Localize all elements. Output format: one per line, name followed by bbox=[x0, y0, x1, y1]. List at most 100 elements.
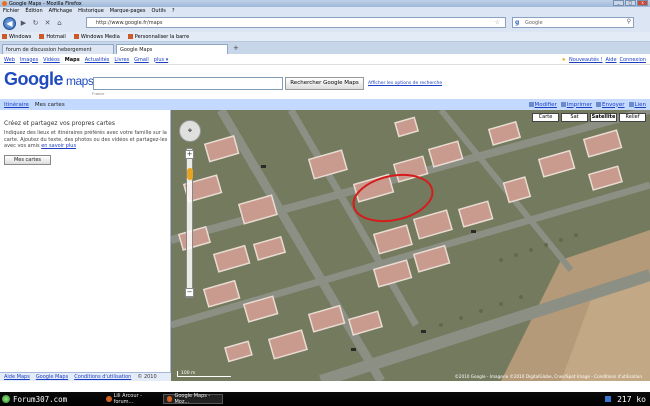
sign-in-link[interactable]: Connexion bbox=[620, 57, 646, 63]
gbar-gmail[interactable]: Gmail bbox=[134, 57, 149, 63]
map-type-buttons: Carte Sat Satellite Relief bbox=[532, 113, 646, 122]
gbar-videos[interactable]: Vidéos bbox=[43, 57, 60, 63]
edit-icon bbox=[528, 101, 534, 107]
search-icon[interactable]: ⚲ bbox=[627, 18, 631, 25]
map-scale: 100 m bbox=[177, 371, 231, 377]
bookmark-windows-media[interactable]: Windows Media bbox=[73, 33, 120, 40]
task-label: Lili Arcour - forum... bbox=[113, 393, 142, 405]
tab-label: Google Maps bbox=[120, 46, 153, 53]
menu-history[interactable]: Historique bbox=[78, 8, 104, 14]
menu-edit[interactable]: Édition bbox=[25, 8, 42, 14]
action-label: Lien bbox=[634, 101, 646, 108]
maps-actions: Modifier Imprimer Envoyer Lien bbox=[528, 99, 646, 110]
new-tab-button[interactable]: + bbox=[230, 44, 242, 54]
google-maps-link[interactable]: Google Maps bbox=[36, 374, 68, 380]
zoom-out-button[interactable]: − bbox=[185, 288, 194, 297]
menu-bar: Fichier Édition Affichage Historique Mar… bbox=[0, 7, 650, 14]
search-box[interactable]: g Google ⚲ bbox=[512, 17, 634, 28]
file-size-label: 217 ko bbox=[617, 394, 646, 404]
firefox-icon bbox=[106, 396, 112, 402]
print-link[interactable]: Imprimer bbox=[560, 101, 592, 108]
google-bar: Web Images Vidéos Maps Actualités Livres… bbox=[0, 55, 650, 65]
search-maps-button[interactable]: Rechercher Google Maps bbox=[285, 77, 364, 90]
tab-forum[interactable]: forum de discussion hebergement bbox=[2, 44, 114, 54]
network-icon bbox=[605, 396, 612, 402]
map-type-map[interactable]: Carte bbox=[532, 113, 559, 122]
minimize-button[interactable]: _ bbox=[613, 0, 624, 6]
stop-button[interactable]: ✕ bbox=[43, 19, 52, 28]
menu-help[interactable]: ? bbox=[172, 8, 175, 14]
window-title: Google Maps - Mozilla Firefox bbox=[9, 0, 82, 7]
tab-label: forum de discussion hebergement bbox=[6, 46, 92, 53]
map-type-sat[interactable]: Sat bbox=[561, 113, 588, 122]
maximize-button[interactable]: □ bbox=[625, 0, 636, 6]
google-maps-logo[interactable]: Google maps France bbox=[4, 69, 104, 96]
sidebar-footer: Aide Maps Google Maps Conditions d'utili… bbox=[0, 372, 171, 381]
edit-link[interactable]: Modifier bbox=[528, 101, 557, 108]
tab-google-maps[interactable]: Google Maps bbox=[116, 44, 228, 54]
gbar-news[interactable]: Actualités bbox=[85, 57, 110, 63]
reload-button[interactable]: ↻ bbox=[31, 19, 40, 28]
bookmark-star-icon[interactable]: ☆ bbox=[495, 19, 500, 26]
logo-google: Google bbox=[4, 69, 64, 89]
menu-view[interactable]: Affichage bbox=[49, 8, 73, 14]
gbar-more[interactable]: plus ▾ bbox=[154, 57, 168, 63]
firefox-icon bbox=[2, 1, 7, 6]
link-link[interactable]: Lien bbox=[628, 101, 646, 108]
terms-link[interactable]: Conditions d'utilisation bbox=[74, 374, 131, 380]
map-type-terrain[interactable]: Relief bbox=[619, 113, 646, 122]
gbar-books[interactable]: Livres bbox=[114, 57, 129, 63]
system-tray: 217 ko bbox=[605, 392, 646, 406]
maps-search-input[interactable] bbox=[93, 77, 283, 90]
my-maps-tab[interactable]: Mes cartes bbox=[35, 102, 65, 108]
address-url: http://www.google.fr/maps bbox=[96, 19, 163, 26]
send-link[interactable]: Envoyer bbox=[596, 101, 625, 108]
search-placeholder: Google bbox=[525, 19, 543, 26]
bookmark-windows[interactable]: Windows bbox=[2, 33, 32, 40]
star-icon: ★ bbox=[561, 57, 566, 63]
navigation-bar: ◀ ▶ ↻ ✕ ⌂ http://www.google.fr/maps ☆ g … bbox=[0, 14, 650, 32]
taskbar-item-maps[interactable]: Google Maps - Moz... bbox=[163, 393, 223, 405]
learn-more-link[interactable]: en savoir plus bbox=[41, 143, 76, 149]
pan-control[interactable]: ✥ bbox=[179, 120, 201, 142]
sidebar-panel: Créez et partagez vos propres cartes Ind… bbox=[0, 110, 171, 381]
gbar-images[interactable]: Images bbox=[20, 57, 38, 63]
back-button[interactable]: ◀ bbox=[3, 16, 16, 30]
search-options-link[interactable]: Afficher les options de recherche bbox=[368, 81, 442, 86]
bookmark-label: Windows bbox=[9, 33, 32, 40]
forum-watermark: Forum307.com bbox=[0, 392, 100, 406]
home-button[interactable]: ⌂ bbox=[55, 19, 64, 28]
maps-help-link[interactable]: Aide Maps bbox=[4, 374, 30, 380]
bookmarks-bar: Windows Hotmail Windows Media Personnali… bbox=[0, 32, 650, 42]
directions-link[interactable]: Itinéraire bbox=[4, 102, 29, 108]
bookmark-hotmail[interactable]: Hotmail bbox=[39, 33, 66, 40]
forward-button[interactable]: ▶ bbox=[19, 19, 28, 28]
gbar-maps[interactable]: Maps bbox=[65, 57, 80, 63]
bookmark-customize[interactable]: Personnaliser la barre bbox=[127, 33, 189, 40]
map-type-satellite[interactable]: Satellite bbox=[590, 113, 617, 122]
gbar-right: ★ Nouveautés ! Aide Connexion bbox=[562, 55, 646, 65]
google-search-engine-icon[interactable]: g bbox=[515, 19, 519, 26]
zoom-in-button[interactable]: + bbox=[185, 150, 194, 159]
close-button[interactable]: x bbox=[637, 0, 648, 6]
whats-new-link[interactable]: Nouveautés ! bbox=[569, 57, 602, 63]
my-maps-button[interactable]: Mes cartes bbox=[4, 155, 51, 165]
hotmail-icon bbox=[39, 33, 45, 39]
menu-file[interactable]: Fichier bbox=[3, 8, 19, 14]
start-orb-icon[interactable] bbox=[2, 395, 10, 403]
menu-tools[interactable]: Outils bbox=[151, 8, 165, 14]
gbar-web[interactable]: Web bbox=[4, 57, 15, 63]
satellite-imagery bbox=[171, 110, 650, 381]
address-bar[interactable]: http://www.google.fr/maps ☆ bbox=[86, 17, 506, 28]
media-icon bbox=[73, 33, 79, 39]
firefox-icon bbox=[167, 396, 173, 402]
bookmark-label: Hotmail bbox=[46, 33, 66, 40]
taskbar-item-forum[interactable]: Lili Arcour - forum... bbox=[103, 393, 160, 405]
help-link[interactable]: Aide bbox=[605, 57, 616, 63]
menu-bookmarks[interactable]: Marque-pages bbox=[110, 8, 146, 14]
street-view-pegman-icon[interactable] bbox=[187, 168, 193, 180]
map-copyright: ©2010 Google - Imagerie ©2010 DigitalGlo… bbox=[454, 374, 642, 379]
satellite-map[interactable]: Carte Sat Satellite Relief ✥ + − 100 m ©… bbox=[171, 110, 650, 381]
browser-window: Google Maps - Mozilla Firefox _ □ x Fich… bbox=[0, 0, 650, 392]
forum-label: Forum307.com bbox=[13, 394, 68, 404]
